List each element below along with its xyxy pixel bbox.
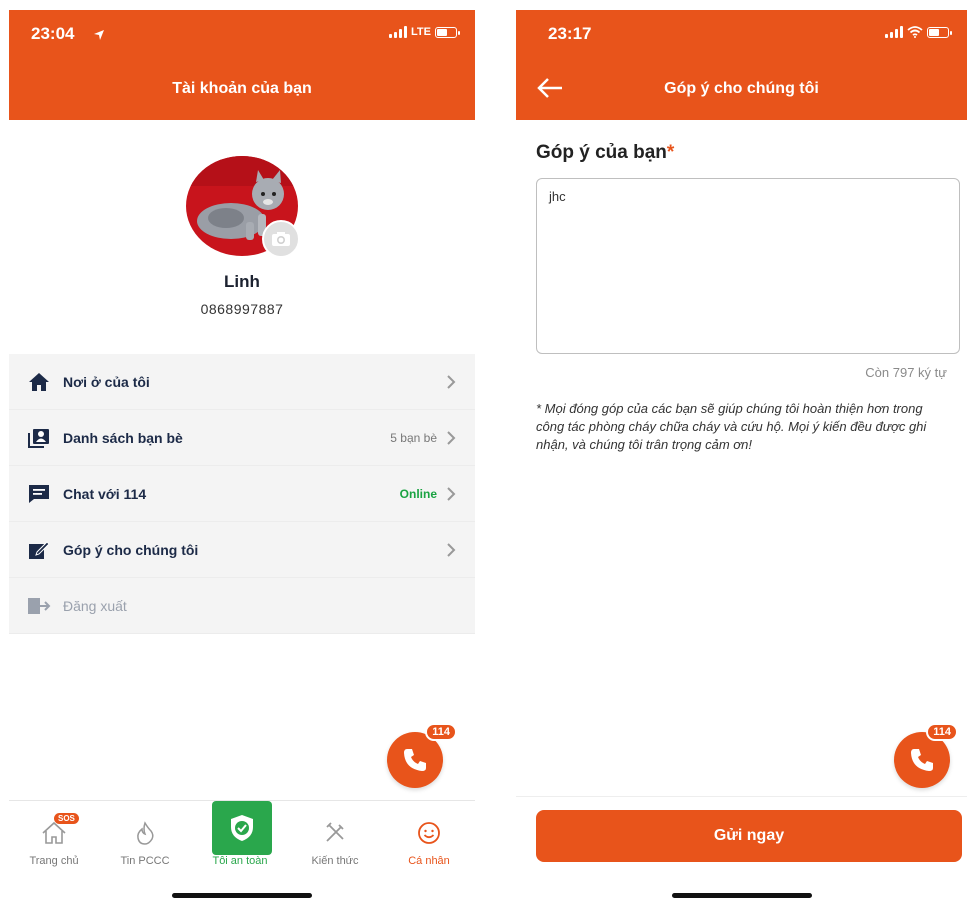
- page-title: Góp ý cho chúng tôi: [664, 80, 819, 97]
- tools-icon: [326, 822, 344, 842]
- tab-label: Tin PCCC: [120, 855, 170, 867]
- page-title: Tài khoản của bạn: [172, 80, 312, 97]
- app-header: 23:04 LTE Tài khoản của bạn: [9, 10, 475, 120]
- profile-phone: 0868997887: [200, 301, 284, 317]
- menu-item-label: Đăng xuất: [63, 597, 127, 614]
- edit-icon: [27, 538, 51, 562]
- account-screen: 23:04 LTE Tài khoản của bạn Linh 0868997…: [9, 10, 475, 906]
- home-icon: [27, 370, 51, 394]
- bottom-tab-bar: SOS Trang chủ Tin PCCC Tôi an toàn Kiến …: [9, 800, 475, 906]
- call-114-button[interactable]: 114: [894, 723, 958, 788]
- logout-icon: [27, 594, 51, 618]
- status-time: 23:17: [548, 24, 592, 43]
- menu-item-feedback[interactable]: Góp ý cho chúng tôi: [9, 522, 475, 578]
- feedback-form: Góp ý của bạn* jhc Còn 797 ký tự * Mọi đ…: [516, 120, 967, 454]
- required-mark: *: [666, 142, 675, 163]
- feedback-label: Góp ý của bạn*: [536, 142, 947, 164]
- hotline-badge: 114: [926, 723, 958, 741]
- app-header: 23:17 Góp ý cho chúng tôi: [516, 10, 967, 120]
- tab-fire-news[interactable]: Tin PCCC: [105, 819, 185, 867]
- feedback-screen: 23:17 Góp ý cho chúng tôi Góp ý của bạn*…: [516, 10, 967, 906]
- signal-icon: [389, 26, 408, 38]
- tab-label: Kiến thức: [311, 855, 359, 867]
- menu-item-label: Danh sách bạn bè: [63, 429, 183, 446]
- tab-home[interactable]: SOS Trang chủ: [14, 813, 94, 867]
- wifi-icon: [907, 26, 923, 38]
- feedback-textarea[interactable]: jhc: [536, 178, 960, 354]
- friends-count: 5 bạn bè: [390, 430, 437, 445]
- tab-label: Tôi an toàn: [212, 855, 268, 867]
- profile-section: Linh 0868997887: [9, 120, 475, 354]
- tab-safe[interactable]: Tôi an toàn: [200, 801, 280, 867]
- hotline-badge: 114: [425, 723, 457, 741]
- smile-icon: [418, 822, 440, 844]
- battery-icon: [435, 26, 460, 38]
- menu-item-label: Góp ý cho chúng tôi: [63, 541, 199, 558]
- account-menu: Nơi ở của tôi Danh sách bạn bè 5 bạn bè …: [9, 354, 475, 634]
- profile-name: Linh: [224, 272, 260, 291]
- phone-icon: [404, 749, 426, 771]
- footer-divider: [516, 796, 967, 797]
- call-114-button[interactable]: 114: [387, 723, 457, 788]
- feedback-label-text: Góp ý của bạn: [536, 142, 667, 163]
- network-label: LTE: [411, 26, 431, 38]
- tab-label: Cá nhân: [408, 855, 450, 867]
- avatar[interactable]: [186, 156, 300, 258]
- menu-item-logout[interactable]: Đăng xuất: [9, 578, 475, 634]
- menu-item-chat-114[interactable]: Chat với 114 Online: [9, 466, 475, 522]
- battery-icon: [927, 26, 952, 38]
- status-bar: 23:17: [516, 24, 967, 48]
- feedback-note: * Mọi đóng góp của các bạn sẽ giúp chúng…: [536, 401, 927, 452]
- chevron-right-icon: [447, 486, 456, 501]
- camera-icon[interactable]: [262, 220, 300, 258]
- shield-check-icon: [231, 815, 253, 841]
- location-arrow-icon: [93, 26, 105, 46]
- chevron-right-icon: [447, 542, 456, 557]
- menu-item-label: Nơi ở của tôi: [63, 373, 150, 390]
- sos-badge: SOS: [54, 813, 79, 824]
- signal-icon: [885, 26, 903, 38]
- chat-icon: [27, 482, 51, 506]
- tab-profile[interactable]: Cá nhân: [389, 819, 469, 867]
- chevron-right-icon: [447, 430, 456, 445]
- home-indicator: [172, 893, 312, 898]
- phone-icon: [911, 749, 933, 771]
- online-status: Online: [399, 486, 437, 501]
- home-indicator: [672, 893, 812, 898]
- home-outline-icon: [42, 821, 66, 844]
- menu-item-label: Chat với 114: [63, 485, 147, 502]
- char-counter: Còn 797 ký tự: [865, 365, 947, 380]
- status-icons: LTE: [389, 26, 460, 38]
- submit-button[interactable]: Gửi ngay: [536, 810, 962, 862]
- chevron-right-icon: [447, 374, 456, 389]
- tab-label: Trang chủ: [29, 855, 79, 867]
- menu-item-friends[interactable]: Danh sách bạn bè 5 bạn bè: [9, 410, 475, 466]
- safe-button[interactable]: [212, 801, 272, 855]
- status-icons: [885, 26, 952, 38]
- tab-knowledge[interactable]: Kiến thức: [295, 819, 375, 867]
- status-time: 23:04: [31, 24, 75, 43]
- contacts-icon: [27, 426, 51, 450]
- menu-item-home[interactable]: Nơi ở của tôi: [9, 354, 475, 410]
- fire-icon: [137, 821, 154, 845]
- status-bar: 23:04 LTE: [9, 24, 475, 48]
